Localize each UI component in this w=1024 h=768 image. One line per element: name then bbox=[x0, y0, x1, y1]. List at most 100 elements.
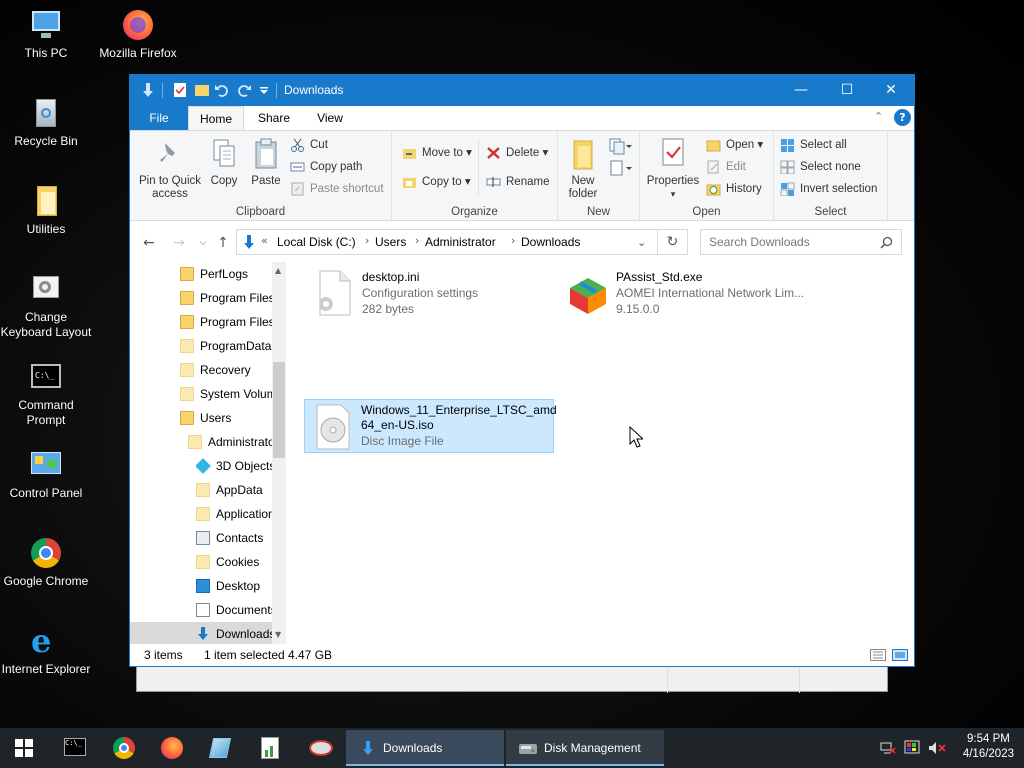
move-to-button[interactable]: Move to ▾ bbox=[402, 143, 472, 163]
rename-button[interactable]: Rename bbox=[486, 172, 549, 192]
desktop-icon-google-chrome[interactable]: Google Chrome bbox=[0, 536, 92, 589]
properties-button[interactable]: Properties ▾ bbox=[644, 137, 702, 201]
minimize-button[interactable]: — bbox=[778, 75, 824, 106]
nav-item-3d-objects[interactable]: 3D Objects bbox=[196, 454, 272, 478]
desktop-icon-internet-explorer[interactable]: e Internet Explorer bbox=[0, 624, 92, 677]
breadcrumb-users[interactable]: Users bbox=[375, 235, 406, 249]
desktop-icon-change-keyboard-layout[interactable]: Change Keyboard Layout bbox=[0, 272, 92, 340]
select-none-button[interactable]: Select none bbox=[780, 157, 861, 177]
redo-icon[interactable] bbox=[236, 82, 252, 98]
taskbar-task-downloads[interactable]: Downloads bbox=[346, 730, 504, 766]
search-box[interactable] bbox=[700, 229, 902, 255]
file-item-desktop-ini[interactable]: desktop.ini Configuration settings 282 b… bbox=[306, 266, 556, 320]
breadcrumb-separator-icon[interactable]: › bbox=[365, 234, 369, 247]
overflow-chevron-icon[interactable]: « bbox=[261, 234, 268, 247]
undo-icon[interactable] bbox=[214, 82, 230, 98]
nav-item-cookies[interactable]: Cookies bbox=[196, 550, 272, 574]
breadcrumb-separator-icon[interactable]: › bbox=[415, 234, 419, 247]
nav-item-documents[interactable]: Documents bbox=[196, 598, 272, 622]
system-clock[interactable]: 9:54 PM 4/16/2023 bbox=[963, 732, 1014, 762]
taskbar-task-disk-management[interactable]: Disk Management bbox=[506, 730, 664, 766]
paste-button[interactable]: Paste bbox=[246, 137, 286, 188]
copy-path-button[interactable]: Copy path bbox=[290, 157, 362, 177]
taskbar-firefox[interactable] bbox=[152, 732, 192, 764]
desktop-icon-command-prompt[interactable]: C:\_ Command Prompt bbox=[0, 360, 92, 428]
nav-item-program-files[interactable]: Program Files bbox=[180, 286, 272, 310]
nav-item-system-volume-information[interactable]: System Volume Information bbox=[180, 382, 272, 406]
tab-share[interactable]: Share bbox=[248, 106, 300, 130]
file-item-windows-11-iso[interactable]: Windows_11_Enterprise_LTSC_amd 64_en-US.… bbox=[304, 399, 557, 453]
nav-item-program-files-x86[interactable]: Program Files (x86) bbox=[180, 310, 272, 334]
customize-toolbar-icon[interactable] bbox=[256, 82, 272, 98]
nav-item-recovery[interactable]: Recovery bbox=[180, 358, 272, 382]
title-bar[interactable]: Downloads — ☐ ✕ bbox=[130, 75, 914, 106]
address-bar[interactable]: « Local Disk (C:) › Users › Administrato… bbox=[236, 229, 658, 255]
scrollbar-thumb[interactable] bbox=[273, 362, 285, 458]
taskbar-chrome[interactable] bbox=[104, 732, 144, 764]
paste-shortcut-button[interactable]: Paste shortcut bbox=[290, 179, 384, 199]
desktop-icon-firefox[interactable]: Mozilla Firefox bbox=[92, 8, 184, 61]
new-item-icon[interactable] bbox=[608, 137, 632, 158]
scroll-up-icon[interactable]: ▲ bbox=[275, 266, 281, 275]
copy-to-button[interactable]: Copy to ▾ bbox=[402, 172, 471, 192]
breadcrumb-administrator[interactable]: Administrator bbox=[425, 235, 496, 249]
collapse-ribbon-icon[interactable]: ⌃ bbox=[874, 110, 883, 123]
up-button[interactable]: ↑ bbox=[214, 234, 232, 252]
invert-selection-button[interactable]: Invert selection bbox=[780, 179, 877, 199]
history-button[interactable]: History bbox=[706, 179, 762, 199]
navigation-scrollbar[interactable]: ▲ ▼ bbox=[272, 262, 286, 644]
nav-item-administrator[interactable]: Administrator bbox=[188, 430, 272, 454]
tab-home[interactable]: Home bbox=[188, 106, 244, 130]
copy-button[interactable]: Copy bbox=[206, 137, 242, 188]
disk-management-window[interactable] bbox=[136, 666, 888, 693]
desktop-icon-this-pc[interactable]: This PC bbox=[0, 8, 92, 61]
help-icon[interactable]: ? bbox=[894, 109, 911, 126]
large-icons-view-icon[interactable] bbox=[892, 649, 908, 661]
file-item-passist-std-exe[interactable]: PAssist_Std.exe AOMEI International Netw… bbox=[560, 266, 820, 320]
breadcrumb-local-disk[interactable]: Local Disk (C:) bbox=[277, 235, 356, 249]
open-button[interactable]: Open ▾ bbox=[706, 135, 763, 155]
desktop-icon-utilities[interactable]: Utilities bbox=[0, 184, 92, 237]
back-button[interactable]: ← bbox=[140, 234, 158, 252]
edit-button[interactable]: Edit bbox=[706, 157, 746, 177]
search-input[interactable] bbox=[701, 230, 871, 254]
taskbar-app-window[interactable] bbox=[200, 732, 240, 764]
explorer-window[interactable]: Downloads — ☐ ✕ File Home Share View ⌃ ?… bbox=[129, 74, 915, 667]
display-settings-icon[interactable] bbox=[904, 740, 920, 756]
properties-icon[interactable] bbox=[172, 82, 188, 98]
network-disconnected-icon[interactable] bbox=[880, 741, 896, 755]
tab-view[interactable]: View bbox=[304, 106, 356, 130]
volume-muted-icon[interactable] bbox=[928, 741, 946, 755]
refresh-button[interactable]: ↻ bbox=[658, 229, 688, 255]
taskbar-command-prompt[interactable]: C:\_ bbox=[54, 732, 94, 764]
tab-file[interactable]: File bbox=[130, 106, 188, 130]
address-dropdown-icon[interactable]: ⌄ bbox=[637, 236, 646, 249]
nav-item-perflogs[interactable]: PerfLogs bbox=[180, 262, 272, 286]
nav-item-contacts[interactable]: Contacts bbox=[196, 526, 272, 550]
pin-to-quick-access-button[interactable]: Pin to Quick access bbox=[136, 137, 204, 201]
nav-item-application-data[interactable]: Application Data bbox=[196, 502, 272, 526]
forward-button[interactable]: → bbox=[170, 234, 188, 252]
start-button[interactable] bbox=[4, 732, 44, 764]
nav-item-desktop[interactable]: Desktop bbox=[196, 574, 272, 598]
cut-button[interactable]: Cut bbox=[290, 135, 328, 155]
scroll-down-icon[interactable]: ▼ bbox=[275, 630, 281, 639]
desktop-icon-recycle-bin[interactable]: Recycle Bin bbox=[0, 96, 92, 149]
delete-button[interactable]: Delete ▾ bbox=[486, 143, 548, 163]
select-all-button[interactable]: Select all bbox=[780, 135, 847, 155]
taskbar-disk-tool[interactable] bbox=[300, 732, 340, 764]
recent-locations-button[interactable]: ⌵ bbox=[194, 234, 212, 252]
new-folder-button[interactable]: New folder bbox=[562, 137, 604, 201]
easy-access-icon[interactable] bbox=[608, 159, 632, 180]
nav-item-programdata[interactable]: ProgramData bbox=[180, 334, 272, 358]
nav-item-downloads[interactable]: Downloads bbox=[130, 622, 272, 644]
details-view-icon[interactable] bbox=[870, 649, 886, 661]
breadcrumb-downloads[interactable]: Downloads bbox=[521, 235, 580, 249]
maximize-button[interactable]: ☐ bbox=[824, 75, 870, 106]
breadcrumb-separator-icon[interactable]: › bbox=[511, 234, 515, 247]
close-button[interactable]: ✕ bbox=[868, 75, 914, 106]
taskbar-notepad-app[interactable] bbox=[250, 732, 290, 764]
desktop-icon-control-panel[interactable]: Control Panel bbox=[0, 448, 92, 501]
nav-item-users[interactable]: Users bbox=[180, 406, 272, 430]
new-folder-icon[interactable] bbox=[194, 82, 210, 98]
